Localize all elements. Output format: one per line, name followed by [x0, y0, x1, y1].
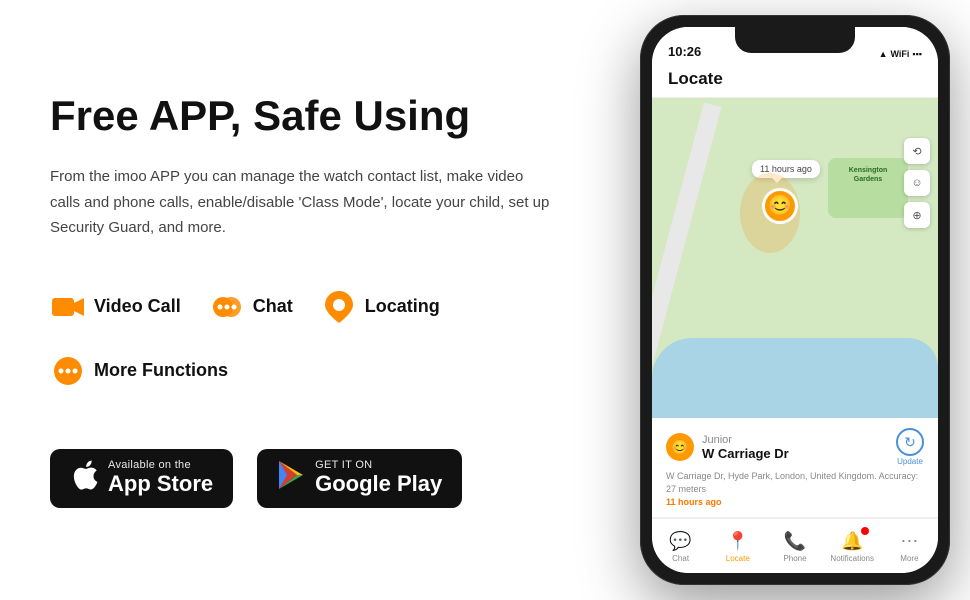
update-label: Update	[897, 457, 923, 466]
chat-icon	[209, 289, 245, 325]
map-btn-3[interactable]: ⊕	[904, 202, 930, 228]
nav-chat-icon: 💬	[669, 531, 691, 552]
map-water	[652, 338, 938, 418]
map-view: KensingtonGardens 11 hours ago 😊 ⟲ ☺ ⊕	[652, 98, 938, 418]
phone-screen: 10:26 ▲ WiFi ▪▪▪ Locate KensingtonGarden…	[652, 27, 938, 573]
features-row: Video Call Chat	[50, 289, 570, 389]
nav-phone-icon: 📞	[784, 531, 806, 552]
info-avatar-emoji: 😊	[671, 439, 688, 456]
info-detail: W Carriage Dr, Hyde Park, London, United…	[666, 470, 924, 495]
nav-locate-icon: 📍	[727, 531, 749, 552]
info-card: 😊 Junior W Carriage Dr ↻ Update W Carria…	[652, 418, 938, 518]
locating-icon	[321, 289, 357, 325]
chat-label: Chat	[253, 296, 293, 317]
video-call-icon	[50, 289, 86, 325]
video-call-label: Video Call	[94, 296, 181, 317]
page-title: Free APP, Safe Using	[50, 92, 570, 140]
feature-more: More Functions	[50, 353, 228, 389]
map-park: KensingtonGardens	[828, 158, 908, 218]
apple-icon	[70, 459, 98, 496]
locating-label: Locating	[365, 296, 440, 317]
nav-notifications[interactable]: 🔔 Notifications	[824, 531, 881, 563]
feature-chat: Chat	[209, 289, 293, 325]
map-side-buttons: ⟲ ☺ ⊕	[904, 138, 930, 228]
map-park-label: KensingtonGardens	[828, 158, 908, 184]
map-btn-1[interactable]: ⟲	[904, 138, 930, 164]
appstore-main-label: App Store	[108, 471, 213, 497]
more-functions-label: More Functions	[94, 360, 228, 381]
nav-chat[interactable]: 💬 Chat	[652, 531, 709, 563]
store-buttons-row: Available on the App Store GET IT ON	[50, 449, 570, 508]
nav-more-label: More	[900, 554, 918, 563]
nav-more-icon: ⋯	[900, 531, 918, 552]
googleplay-icon	[277, 461, 305, 495]
screen-title: Locate	[668, 69, 723, 88]
avatar-emoji: 😊	[768, 196, 793, 216]
info-avatar: 😊	[666, 433, 694, 461]
nav-chat-label: Chat	[672, 554, 689, 563]
phone-notch	[735, 27, 855, 53]
nav-notif-icon: 🔔	[841, 531, 863, 552]
googleplay-sub-label: GET IT ON	[315, 459, 442, 471]
nav-phone-label: Phone	[783, 554, 806, 563]
info-card-left: 😊 Junior W Carriage Dr	[666, 433, 789, 461]
left-panel: Free APP, Safe Using From the imoo APP y…	[0, 52, 620, 548]
googleplay-main-label: Google Play	[315, 471, 442, 497]
bottom-nav: 💬 Chat 📍 Locate 📞 Phone 🔔 Notificat	[652, 518, 938, 573]
map-btn-2[interactable]: ☺	[904, 170, 930, 196]
map-pin-area: 11 hours ago 😊	[762, 188, 798, 224]
appstore-sub-label: Available on the	[108, 459, 213, 471]
more-functions-icon	[50, 353, 86, 389]
screen-header: Locate	[652, 63, 938, 98]
nav-locate-label: Locate	[726, 554, 750, 563]
appstore-button[interactable]: Available on the App Store	[50, 449, 233, 508]
googleplay-button[interactable]: GET IT ON Google Play	[257, 449, 462, 507]
description-text: From the imoo APP you can manage the wat…	[50, 164, 550, 241]
nav-phone[interactable]: 📞 Phone	[766, 531, 823, 563]
time-ago: 11 hours ago	[666, 497, 924, 507]
map-avatar: 😊	[762, 188, 798, 224]
info-address: W Carriage Dr	[702, 446, 789, 461]
nav-more[interactable]: ⋯ More	[881, 531, 938, 563]
nav-locate[interactable]: 📍 Locate	[709, 531, 766, 563]
feature-video-call: Video Call	[50, 289, 181, 325]
status-time: 10:26	[668, 44, 701, 59]
info-card-header: 😊 Junior W Carriage Dr ↻ Update	[666, 428, 924, 466]
nav-notif-badge	[861, 527, 869, 535]
update-circle-icon: ↻	[896, 428, 924, 456]
nav-notif-dot: 🔔	[841, 531, 863, 552]
feature-locating: Locating	[321, 289, 440, 325]
nav-notif-label: Notifications	[830, 554, 874, 563]
info-user-name: Junior	[702, 434, 789, 446]
status-icons: ▲ WiFi ▪▪▪	[879, 49, 922, 59]
phone-mockup: 10:26 ▲ WiFi ▪▪▪ Locate KensingtonGarden…	[640, 15, 950, 585]
update-button[interactable]: ↻ Update	[896, 428, 924, 466]
